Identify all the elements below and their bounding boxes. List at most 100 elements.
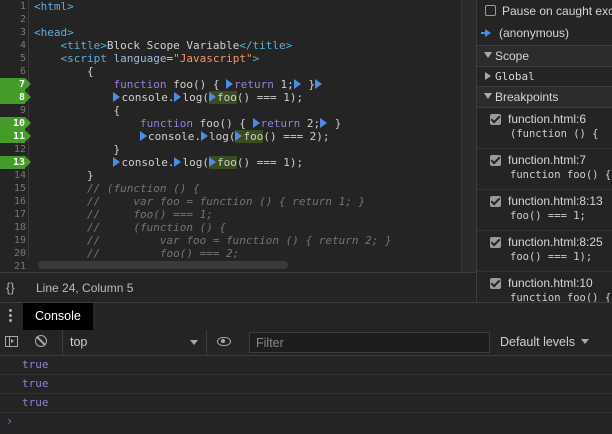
code-line[interactable]: // (function () { [34, 182, 200, 195]
code-line[interactable]: function foo() { return 1; } [34, 78, 323, 91]
clear-console-icon[interactable] [35, 335, 47, 347]
line-number[interactable]: 3 [0, 26, 26, 39]
pretty-print-icon[interactable]: {} [6, 280, 15, 295]
log-levels-dropdown[interactable]: Default levels [500, 335, 590, 349]
console-message-text: true [22, 377, 49, 390]
horizontal-scrollbar[interactable] [28, 258, 476, 272]
line-number[interactable]: 20 [0, 247, 26, 260]
inline-breakpoint-marker-icon[interactable] [113, 92, 121, 102]
code-line[interactable]: } [34, 169, 94, 182]
breakpoint-line-number[interactable]: 11 [0, 130, 31, 143]
line-number[interactable]: 15 [0, 182, 26, 195]
code-line[interactable]: // var foo = function () { return 1; } [34, 195, 365, 208]
line-number[interactable]: 9 [0, 104, 26, 117]
inline-breakpoint-marker-icon[interactable] [293, 79, 301, 89]
breakpoint-location: function.html:8:25 [508, 235, 603, 249]
line-number[interactable]: 19 [0, 234, 26, 247]
breakpoints-section-header[interactable]: Breakpoints [477, 86, 612, 108]
horizontal-scroll-thumb[interactable] [38, 261, 288, 269]
line-number[interactable]: 5 [0, 52, 26, 65]
inline-breakpoint-marker-icon[interactable] [235, 131, 243, 141]
console-message-text: true [22, 396, 49, 409]
inline-breakpoint-marker-icon[interactable] [320, 118, 328, 128]
pause-on-caught-exceptions[interactable]: Pause on caught exceptions [485, 4, 612, 18]
debugger-sidebar: Pause on caught exceptions (anonymous) S… [476, 0, 612, 302]
scope-global-row[interactable]: Global [477, 67, 612, 87]
inline-breakpoint-marker-icon[interactable] [208, 157, 216, 167]
code-line[interactable]: <script language="Javascript"> [34, 52, 260, 65]
code-line[interactable]: // var foo = function () { return 2; } [34, 234, 392, 247]
context-selector[interactable]: top [62, 330, 207, 355]
code-line[interactable]: } [34, 143, 120, 156]
breakpoint-checkbox[interactable] [490, 237, 501, 248]
line-number[interactable]: 21 [0, 260, 26, 272]
context-value: top [70, 335, 88, 349]
vertical-scrollbar[interactable] [461, 0, 476, 272]
console-message[interactable]: true [0, 375, 612, 394]
code-line[interactable]: // (function () { [34, 221, 226, 234]
breakpoint-checkbox[interactable] [490, 114, 501, 125]
filter-input[interactable] [249, 332, 490, 353]
line-number[interactable]: 1 [0, 0, 26, 13]
breakpoint-item[interactable]: function.html:6 (function () { [477, 108, 612, 149]
code-line[interactable]: console. log(foo() === 2); [34, 130, 330, 143]
code-line[interactable]: <html> [34, 0, 74, 13]
breakpoint-item[interactable]: function.html:10 function foo() { [477, 272, 612, 302]
inline-breakpoint-marker-icon[interactable] [252, 118, 260, 128]
line-number[interactable]: 17 [0, 208, 26, 221]
line-number[interactable]: 12 [0, 143, 26, 156]
code-line[interactable]: console. log(foo() === 1); [34, 91, 303, 104]
dropdown-caret-icon [190, 340, 198, 345]
code-line[interactable]: { [34, 104, 120, 117]
console-prompt-icon[interactable]: › [6, 414, 13, 428]
call-stack-frame[interactable]: (anonymous) [477, 22, 612, 44]
live-expression-eye-icon[interactable] [217, 337, 231, 346]
call-frame-label: (anonymous) [499, 26, 570, 40]
breakpoint-item[interactable]: function.html:7 function foo() { [477, 149, 612, 190]
line-number[interactable]: 4 [0, 39, 26, 52]
code-area[interactable]: <html> <head> <title>Block Scope Variable… [34, 0, 460, 272]
inline-breakpoint-marker-icon[interactable] [174, 157, 182, 167]
breakpoint-checkbox[interactable] [490, 196, 501, 207]
console-message[interactable]: true [0, 394, 612, 413]
code-line[interactable]: console. log(foo() === 1); [34, 156, 303, 169]
inline-breakpoint-marker-icon[interactable] [314, 79, 322, 89]
expand-right-icon [485, 72, 491, 80]
inline-breakpoint-marker-icon[interactable] [208, 92, 216, 102]
tab-console[interactable]: Console [23, 303, 93, 330]
console-message[interactable]: true [0, 356, 612, 375]
line-number[interactable]: 18 [0, 221, 26, 234]
code-line[interactable]: function foo() { return 2; } [34, 117, 341, 130]
line-number[interactable]: 16 [0, 195, 26, 208]
line-number[interactable]: 6 [0, 65, 26, 78]
dropdown-caret-icon [581, 339, 590, 344]
breakpoint-checkbox[interactable] [490, 155, 501, 166]
scope-section-header[interactable]: Scope [477, 45, 612, 67]
breakpoint-line-number[interactable]: 13 [0, 156, 31, 169]
code-line[interactable]: { [34, 65, 94, 78]
breakpoint-item[interactable]: function.html:8:13 foo() === 1; [477, 190, 612, 231]
breakpoint-line-number[interactable]: 7 [0, 78, 31, 91]
breakpoint-location: function.html:8:13 [508, 194, 603, 208]
breakpoint-checkbox[interactable] [490, 278, 501, 289]
code-editor[interactable]: 1 2 3 4 5 6 7 8 9 10 11 12 13 14 15 16 17 18 19 20 21 <html>… [0, 0, 476, 272]
checkbox-icon[interactable] [485, 5, 496, 16]
breakpoint-item[interactable]: function.html:8:25 foo() === 1); [477, 231, 612, 272]
code-line[interactable]: <title>Block Scope Variable</title> [34, 39, 293, 52]
code-line[interactable]: <head> [34, 26, 74, 39]
breakpoint-line-number[interactable]: 10 [0, 117, 31, 130]
line-number-gutter[interactable]: 1 2 3 4 5 6 7 8 9 10 11 12 13 14 15 16 17 18 19 20 21 [0, 0, 31, 272]
code-line[interactable]: // foo() === 1; [34, 208, 213, 221]
more-tabs-icon[interactable] [9, 309, 12, 324]
inline-breakpoint-marker-icon[interactable] [200, 131, 208, 141]
console-output[interactable]: true true true › [0, 356, 612, 434]
inline-breakpoint-marker-icon[interactable] [174, 92, 182, 102]
breakpoint-line-number[interactable]: 8 [0, 91, 31, 104]
line-number[interactable]: 2 [0, 13, 26, 26]
line-number[interactable]: 14 [0, 169, 26, 182]
inline-breakpoint-marker-icon[interactable] [226, 79, 234, 89]
inline-breakpoint-marker-icon[interactable] [113, 157, 121, 167]
editor-status-bar: {} Line 24, Column 5 [0, 272, 476, 303]
inline-breakpoint-marker-icon[interactable] [139, 131, 147, 141]
show-sidebar-icon[interactable] [5, 336, 18, 347]
